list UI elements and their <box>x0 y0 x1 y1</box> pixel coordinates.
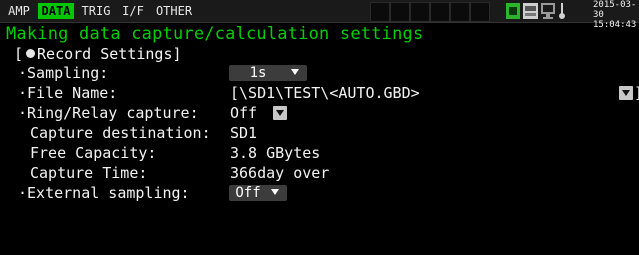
section-bracket: [ <box>14 45 24 63</box>
slot <box>390 2 410 22</box>
ring-relay-label: ·Ring/Relay capture: <box>18 104 199 122</box>
file-name-dropdown-button[interactable] <box>619 86 633 100</box>
tab-trig[interactable]: TRIG <box>78 3 114 19</box>
free-capacity-label: Free Capacity: <box>30 144 157 162</box>
ring-relay-dropdown-button[interactable] <box>273 106 287 120</box>
external-sampling-value: Off <box>235 185 261 201</box>
memory-icon <box>523 3 538 19</box>
chevron-down-icon <box>276 110 284 116</box>
slot <box>370 2 390 22</box>
clock: 2015-03-30 15:04:43 <box>593 0 637 30</box>
bullet-icon <box>26 49 36 58</box>
top-tab-bar: AMP DATA TRIG I/F OTHER 2015-03-30 15:04… <box>0 0 639 30</box>
file-name-label: ·File Name: <box>18 84 118 102</box>
sampling-label: ·Sampling: <box>18 64 109 82</box>
destination-label: Capture destination: <box>30 124 211 142</box>
slot <box>430 2 450 22</box>
slot <box>410 2 430 22</box>
clock-date: 2015-03-30 <box>593 0 637 20</box>
file-name-bracket: ] <box>634 84 639 102</box>
sampling-select[interactable]: 1s <box>229 65 307 81</box>
slot <box>450 2 470 22</box>
tab-other[interactable]: OTHER <box>152 3 196 19</box>
slot <box>470 2 490 22</box>
sd-card-icon <box>506 3 520 19</box>
network-icon <box>541 3 555 19</box>
tab-data[interactable]: DATA <box>38 3 74 19</box>
tab-amp[interactable]: AMP <box>4 3 34 19</box>
clock-time: 15:04:43 <box>593 20 637 30</box>
external-sampling-select[interactable]: Off <box>229 185 287 201</box>
capture-time-value: 366day over <box>230 164 330 182</box>
section-title: Record Settings] <box>37 45 182 63</box>
page-title: Making data capture/calculation settings <box>6 24 424 44</box>
thermometer-icon <box>559 3 565 19</box>
chevron-down-icon <box>271 189 279 195</box>
chevron-down-icon <box>291 69 299 75</box>
ring-relay-value[interactable]: Off <box>230 104 257 122</box>
capture-time-label: Capture Time: <box>30 164 148 182</box>
external-sampling-label: ·External sampling: <box>18 184 190 202</box>
tab-if[interactable]: I/F <box>118 3 148 19</box>
file-name-value[interactable]: [\SD1\TEST\<AUTO.GBD> <box>230 84 420 102</box>
chevron-down-icon <box>622 90 630 96</box>
destination-value: SD1 <box>230 124 258 142</box>
free-capacity-value: 3.8 GBytes <box>230 144 321 162</box>
record-settings-heading: [ Record Settings] <box>14 45 182 63</box>
sampling-value: 1s <box>249 65 267 81</box>
